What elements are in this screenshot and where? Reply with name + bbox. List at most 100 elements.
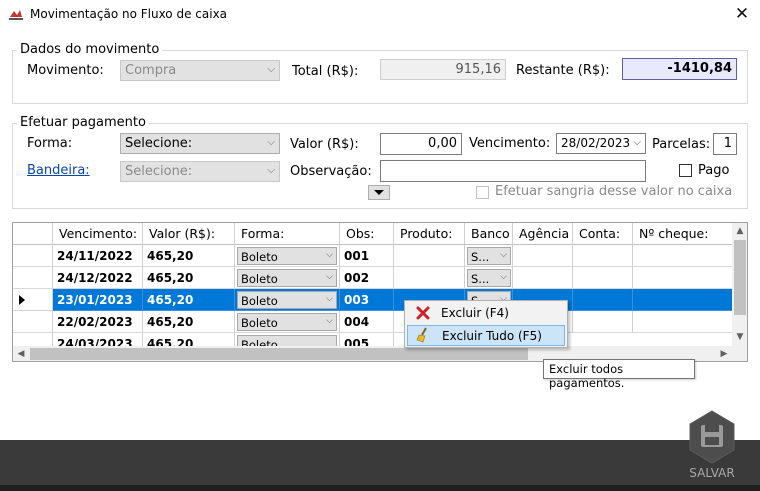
col-header-forma[interactable]: Forma:: [235, 223, 340, 245]
cell-conta[interactable]: [573, 267, 633, 289]
forma-cell-value: Boleto: [241, 272, 278, 286]
col-header-obs[interactable]: Obs:: [340, 223, 394, 245]
cell-vencimento[interactable]: 24/11/2022: [53, 245, 143, 267]
banco-cell-value: S...: [471, 250, 490, 264]
app-logo-icon: [9, 10, 23, 20]
forma-cell-select[interactable]: Boleto ⌵: [237, 313, 337, 331]
cell-agencia[interactable]: [513, 267, 573, 289]
vertical-scroll-thumb[interactable]: [734, 240, 746, 315]
cell-cheque[interactable]: [633, 289, 733, 311]
expand-button[interactable]: [368, 185, 390, 200]
col-header-cheque[interactable]: Nº cheque:: [633, 223, 733, 245]
chevron-down-icon: ⌵: [500, 272, 507, 282]
cell-agencia[interactable]: [513, 245, 573, 267]
bandeira-link[interactable]: Bandeira:: [27, 163, 90, 178]
row-header[interactable]: [13, 245, 53, 267]
row-header[interactable]: [13, 267, 53, 289]
chevron-down-icon: ⌵: [500, 250, 507, 260]
window-title: Movimentação no Fluxo de caixa: [30, 7, 228, 21]
col-header-agencia[interactable]: Agência: [513, 223, 573, 245]
row-header[interactable]: [13, 289, 53, 311]
forma-cell-select[interactable]: Boleto ⌵: [237, 291, 337, 309]
close-icon[interactable]: ✕: [733, 4, 751, 24]
chevron-down-icon: ⌵: [267, 64, 275, 75]
banco-cell-select[interactable]: S... ⌵: [467, 269, 511, 287]
menu-item-label: Excluir (F4): [441, 306, 509, 320]
cell-obs[interactable]: 002: [340, 267, 394, 289]
menu-item-excluir[interactable]: Excluir (F4): [407, 303, 565, 324]
vertical-scrollbar[interactable]: ▲ ▼: [732, 223, 747, 346]
cell-banco[interactable]: S... ⌵: [465, 245, 513, 267]
dados-movimento-legend: Dados do movimento: [17, 42, 163, 57]
cell-forma[interactable]: Boleto ⌵: [235, 311, 340, 333]
current-row-arrow-icon: [19, 295, 25, 305]
cell-valor[interactable]: 465,20: [143, 311, 235, 333]
vencimento-datepicker[interactable]: 28/02/2023 ⌵: [556, 133, 646, 154]
banco-cell-value: S...: [471, 272, 490, 286]
banco-cell-select[interactable]: S... ⌵: [467, 247, 511, 265]
chevron-down-icon: ⌵: [326, 272, 333, 282]
cell-conta[interactable]: [573, 311, 633, 333]
forma-cell-select[interactable]: Boleto ⌵: [237, 247, 337, 265]
col-header-produto[interactable]: Produto:: [394, 223, 465, 245]
payments-grid[interactable]: Vencimento: Valor (R$): Forma: Obs: Prod…: [12, 222, 748, 362]
cell-cheque[interactable]: [633, 245, 733, 267]
cell-vencimento[interactable]: 22/02/2023: [53, 311, 143, 333]
cell-conta[interactable]: [573, 245, 633, 267]
col-header-banco[interactable]: Banco: [465, 223, 513, 245]
chevron-down-icon: ⌵: [267, 137, 275, 148]
movimento-label: Movimento:: [27, 63, 104, 78]
forma-cell-value: Boleto: [241, 294, 278, 308]
cell-valor[interactable]: 465,20: [143, 245, 235, 267]
chevron-down-icon: ⌵: [633, 137, 641, 148]
vencimento-label: Vencimento:: [469, 136, 551, 151]
valor-input[interactable]: 0,00: [380, 133, 462, 155]
cell-produto[interactable]: [394, 267, 465, 289]
cell-valor[interactable]: 465,20: [143, 267, 235, 289]
col-header-conta[interactable]: Conta:: [573, 223, 633, 245]
restante-label: Restante (R$):: [516, 63, 610, 78]
cell-forma[interactable]: Boleto ⌵: [235, 267, 340, 289]
col-header-vencimento[interactable]: Vencimento:: [53, 223, 143, 245]
cell-obs[interactable]: 001: [340, 245, 394, 267]
scroll-right-arrow-icon[interactable]: ▶: [716, 346, 732, 361]
col-header-valor[interactable]: Valor (R$):: [143, 223, 235, 245]
cell-cheque[interactable]: [633, 311, 733, 333]
scroll-down-arrow-icon[interactable]: ▼: [732, 329, 747, 345]
cell-vencimento[interactable]: 24/12/2022: [53, 267, 143, 289]
cell-forma[interactable]: Boleto ⌵: [235, 245, 340, 267]
sangria-checkbox: [476, 186, 489, 199]
vencimento-value: 28/02/2023: [561, 136, 631, 150]
context-menu: Excluir (F4) Excluir Tudo (F5): [404, 300, 568, 348]
save-button[interactable]: [688, 410, 736, 464]
chevron-down-icon: ⌵: [326, 250, 333, 260]
forma-cell-select[interactable]: Boleto ⌵: [237, 269, 337, 287]
row-header[interactable]: [13, 311, 53, 333]
floppy-disk-icon: [701, 425, 723, 447]
cell-cheque[interactable]: [633, 267, 733, 289]
tooltip: Excluir todos pagamentos.: [543, 359, 695, 390]
parcelas-input[interactable]: 1: [713, 133, 737, 155]
scroll-left-arrow-icon[interactable]: ◀: [13, 346, 29, 361]
menu-item-excluir-tudo[interactable]: Excluir Tudo (F5): [407, 325, 565, 346]
scroll-up-arrow-icon[interactable]: ▲: [732, 223, 747, 239]
horizontal-scroll-thumb[interactable]: [30, 348, 528, 360]
cell-obs[interactable]: 003: [340, 289, 394, 311]
cell-banco[interactable]: S... ⌵: [465, 267, 513, 289]
cell-vencimento[interactable]: 23/01/2023: [53, 289, 143, 311]
cell-conta[interactable]: [573, 289, 633, 311]
cell-valor[interactable]: 465,20: [143, 289, 235, 311]
observacao-label: Observação:: [290, 164, 372, 179]
total-label: Total (R$):: [292, 64, 359, 79]
sangria-label: Efetuar sangria desse valor no caixa: [495, 184, 733, 199]
forma-select[interactable]: Selecione: ⌵: [120, 133, 280, 154]
pago-label: Pago: [698, 163, 730, 178]
cell-produto[interactable]: [394, 245, 465, 267]
cell-forma[interactable]: Boleto ⌵: [235, 289, 340, 311]
forma-cell-value: Boleto: [241, 316, 278, 330]
pago-checkbox[interactable]: [679, 164, 692, 177]
forma-label: Forma:: [27, 136, 73, 151]
observacao-input[interactable]: [380, 160, 646, 182]
cell-obs[interactable]: 004: [340, 311, 394, 333]
bandeira-select: Selecione: ⌵: [120, 161, 280, 182]
